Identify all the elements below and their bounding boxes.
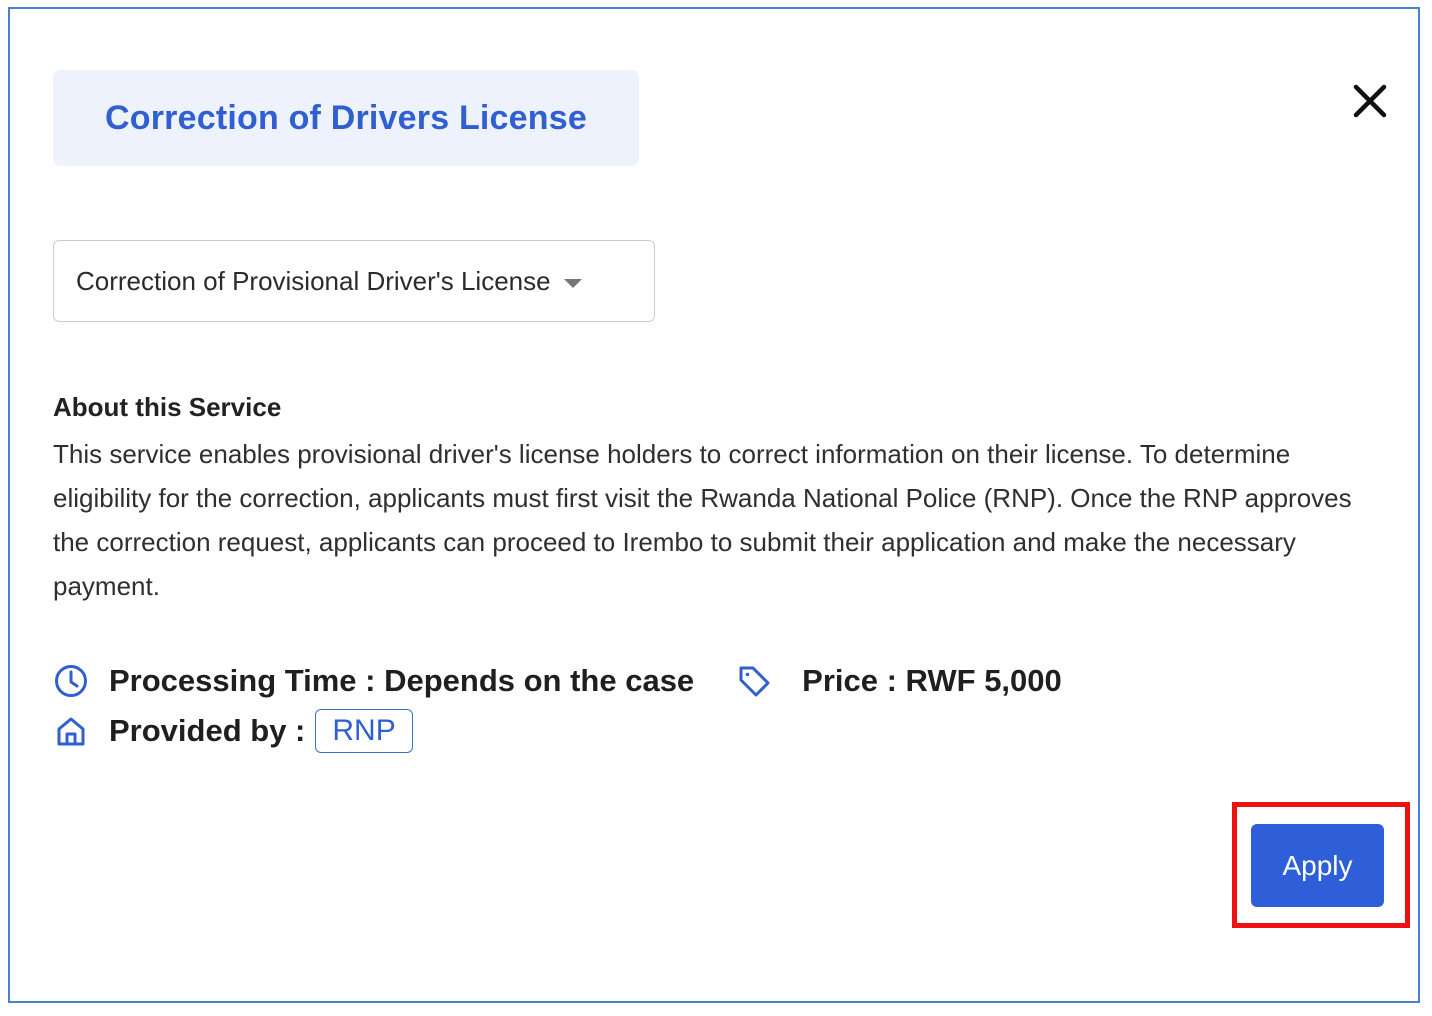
apply-button[interactable]: Apply	[1251, 824, 1384, 907]
modal-title: Correction of Drivers License	[105, 98, 587, 137]
provider-row: Provided by : RNP	[53, 709, 413, 753]
processing-time: Processing Time : Depends on the case	[109, 663, 695, 698]
about-description: This service enables provisional driver'…	[53, 439, 1352, 601]
about-heading: About this Service	[53, 392, 282, 422]
service-modal: Correction of Drivers License Correction…	[8, 7, 1420, 1003]
price: Price : RWF 5,000	[802, 663, 1062, 698]
chevron-down-icon	[563, 279, 582, 288]
clock-icon	[55, 665, 87, 697]
home-icon	[57, 717, 85, 746]
tag-icon	[739, 666, 770, 697]
service-title-chip: Correction of Drivers License	[53, 70, 639, 166]
service-meta-row: Processing Time : Depends on the case Pr…	[53, 659, 1062, 703]
provided-by-label: Provided by :	[109, 713, 306, 748]
close-button[interactable]	[1348, 79, 1392, 123]
close-icon[interactable]	[1348, 79, 1392, 123]
service-type-select-value: Correction of Provisional Driver's Licen…	[76, 265, 551, 296]
service-type-select[interactable]: Correction of Provisional Driver's Licen…	[53, 240, 655, 322]
provider-badge[interactable]: RNP	[315, 709, 413, 753]
